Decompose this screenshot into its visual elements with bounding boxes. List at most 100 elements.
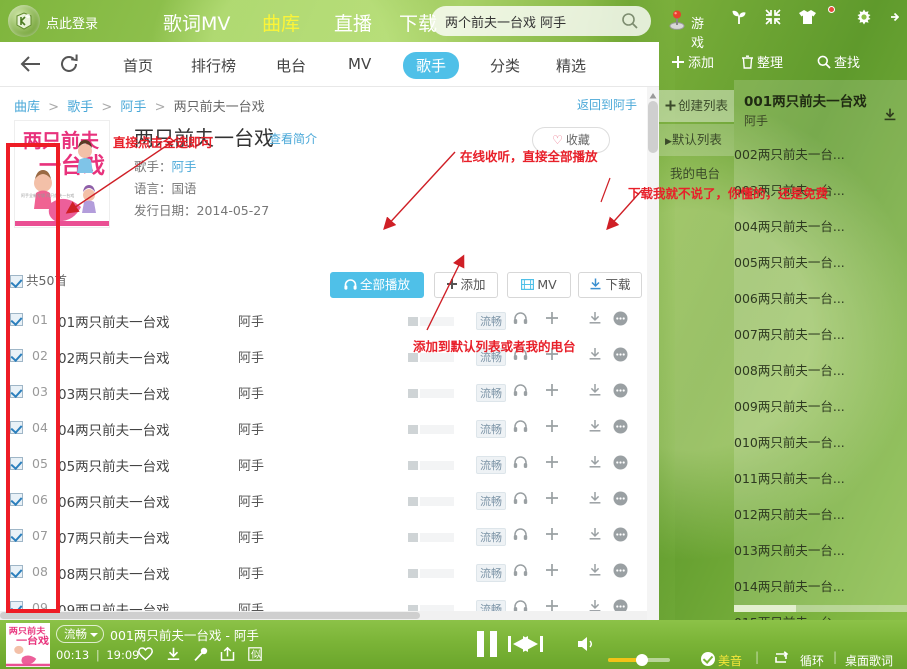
- game-label[interactable]: 游戏: [691, 13, 704, 51]
- row-quality-badge[interactable]: 流畅: [476, 564, 506, 582]
- row-more-icon[interactable]: [613, 347, 628, 365]
- desktop-lyric-button[interactable]: 桌面歌词: [845, 652, 893, 669]
- row-listen-icon[interactable]: [513, 527, 528, 544]
- row-artist[interactable]: 阿手: [238, 347, 264, 366]
- row-download-icon[interactable]: [588, 455, 602, 472]
- row-artist[interactable]: 阿手: [238, 455, 264, 474]
- row-title[interactable]: 04两只前夫一台戏: [58, 419, 170, 439]
- similar-icon[interactable]: 似: [248, 647, 262, 664]
- row-more-icon[interactable]: [613, 455, 628, 473]
- row-artist[interactable]: 阿手: [238, 383, 264, 402]
- loop-icon[interactable]: [772, 650, 790, 669]
- list-item[interactable]: 014两只前夫一台...: [734, 576, 845, 595]
- table-row[interactable]: 0707两只前夫一台戏阿手流畅: [0, 518, 645, 554]
- row-quality-badge[interactable]: 流畅: [476, 420, 506, 438]
- top-nav-live[interactable]: 直播: [334, 9, 372, 36]
- top-nav-library[interactable]: 曲库: [262, 9, 300, 36]
- nav-item-featured[interactable]: 精选: [556, 55, 586, 76]
- sprout-icon[interactable]: [730, 8, 748, 29]
- row-download-icon[interactable]: [588, 347, 602, 364]
- row-artist[interactable]: 阿手: [238, 527, 264, 546]
- list-item[interactable]: 009两只前夫一台...: [734, 396, 845, 415]
- row-listen-icon[interactable]: [513, 455, 528, 472]
- table-row[interactable]: 0101两只前夫一台戏阿手流畅: [0, 302, 645, 338]
- nav-item-artist[interactable]: 歌手: [403, 52, 459, 79]
- list-item[interactable]: 004两只前夫一台...: [734, 216, 845, 235]
- row-title[interactable]: 08两只前夫一台戏: [58, 563, 170, 583]
- album-brief-link[interactable]: 查看简介: [269, 130, 317, 147]
- nav-item-radio[interactable]: 电台: [276, 55, 306, 76]
- playlist-scroll-thumb[interactable]: [734, 605, 796, 612]
- row-more-icon[interactable]: [613, 311, 628, 329]
- row-add-icon[interactable]: [545, 311, 559, 328]
- row-more-icon[interactable]: [613, 419, 628, 437]
- volume-knob[interactable]: [636, 654, 648, 666]
- row-quality-badge[interactable]: 流畅: [476, 384, 506, 402]
- player-pause-button[interactable]: [472, 628, 502, 663]
- row-quality-badge[interactable]: 流畅: [476, 312, 506, 330]
- mv-button[interactable]: MV: [507, 272, 571, 298]
- search-icon[interactable]: [621, 12, 639, 33]
- row-download-icon[interactable]: [588, 383, 602, 400]
- row-listen-icon[interactable]: [513, 383, 528, 400]
- horizontal-scroll-thumb[interactable]: [0, 612, 420, 619]
- list-item[interactable]: 013两只前夫一台...: [734, 540, 845, 559]
- row-more-icon[interactable]: [613, 491, 628, 509]
- nav-item-mv[interactable]: MV: [348, 55, 371, 73]
- loop-label[interactable]: 循环: [800, 652, 824, 669]
- skin-icon[interactable]: [798, 8, 840, 29]
- top-nav-lyrics-mv[interactable]: 歌词MV: [163, 9, 230, 36]
- playlist-horizontal-scrollbar[interactable]: [734, 605, 907, 612]
- mic-icon[interactable]: [194, 647, 208, 664]
- table-row[interactable]: 0808两只前夫一台戏阿手流畅: [0, 554, 645, 590]
- add-button[interactable]: 添加: [434, 272, 498, 298]
- row-title[interactable]: 03两只前夫一台戏: [58, 383, 170, 403]
- default-playlist-item[interactable]: ▶默认列表: [659, 124, 734, 156]
- album-artist-value[interactable]: 阿手: [172, 159, 197, 174]
- player-next-button[interactable]: [520, 631, 546, 660]
- share-icon[interactable]: [220, 647, 235, 664]
- row-listen-icon[interactable]: [513, 563, 528, 580]
- playlist-search-button[interactable]: 查找: [817, 52, 860, 71]
- table-row[interactable]: 0404两只前夫一台戏阿手流畅: [0, 410, 645, 446]
- content-vertical-scrollbar[interactable]: [647, 87, 659, 620]
- row-quality-badge[interactable]: 流畅: [476, 456, 506, 474]
- reload-icon[interactable]: [58, 53, 80, 78]
- create-playlist-button[interactable]: 创建列表: [659, 90, 734, 122]
- playlist-download-icon[interactable]: [883, 108, 897, 124]
- player-quality-select[interactable]: 流畅: [56, 625, 104, 643]
- search-input[interactable]: [445, 11, 605, 31]
- row-download-icon[interactable]: [588, 563, 602, 580]
- breadcrumb-library[interactable]: 曲库: [14, 100, 40, 115]
- row-add-icon[interactable]: [545, 527, 559, 544]
- row-artist[interactable]: 阿手: [238, 311, 264, 330]
- row-artist[interactable]: 阿手: [238, 491, 264, 510]
- player-volume-icon[interactable]: [576, 634, 598, 657]
- table-row[interactable]: 0505两只前夫一台戏阿手流畅: [0, 446, 645, 482]
- nav-item-category[interactable]: 分类: [490, 55, 520, 76]
- row-artist[interactable]: 阿手: [238, 419, 264, 438]
- row-add-icon[interactable]: [545, 455, 559, 472]
- player-cover[interactable]: 两只前夫 一台戏: [6, 623, 50, 667]
- list-item[interactable]: 010两只前夫一台...: [734, 432, 845, 451]
- table-row[interactable]: 0606两只前夫一台戏阿手流畅: [0, 482, 645, 518]
- row-more-icon[interactable]: [613, 527, 628, 545]
- list-item[interactable]: 011两只前夫一台...: [734, 468, 845, 487]
- nav-item-ranking[interactable]: 排行榜: [191, 55, 236, 76]
- table-row[interactable]: 0303两只前夫一台戏阿手流畅: [0, 374, 645, 410]
- list-item[interactable]: 008两只前夫一台...: [734, 360, 845, 379]
- list-item[interactable]: 006两只前夫一台...: [734, 288, 845, 307]
- vertical-scroll-thumb[interactable]: [648, 101, 658, 153]
- row-title[interactable]: 05两只前夫一台戏: [58, 455, 170, 475]
- heart-icon[interactable]: [138, 647, 153, 664]
- breadcrumb-artist[interactable]: 阿手: [120, 100, 146, 115]
- row-more-icon[interactable]: [613, 563, 628, 581]
- row-download-icon[interactable]: [588, 311, 602, 328]
- list-item[interactable]: 002两只前夫一台...: [734, 144, 845, 163]
- row-artist[interactable]: 阿手: [238, 563, 264, 582]
- collapse-icon[interactable]: [764, 8, 782, 29]
- back-to-artist-link[interactable]: 返回到阿手: [577, 96, 637, 113]
- row-more-icon[interactable]: [613, 383, 628, 401]
- volume-slider[interactable]: [608, 658, 670, 662]
- search-box[interactable]: [431, 6, 651, 36]
